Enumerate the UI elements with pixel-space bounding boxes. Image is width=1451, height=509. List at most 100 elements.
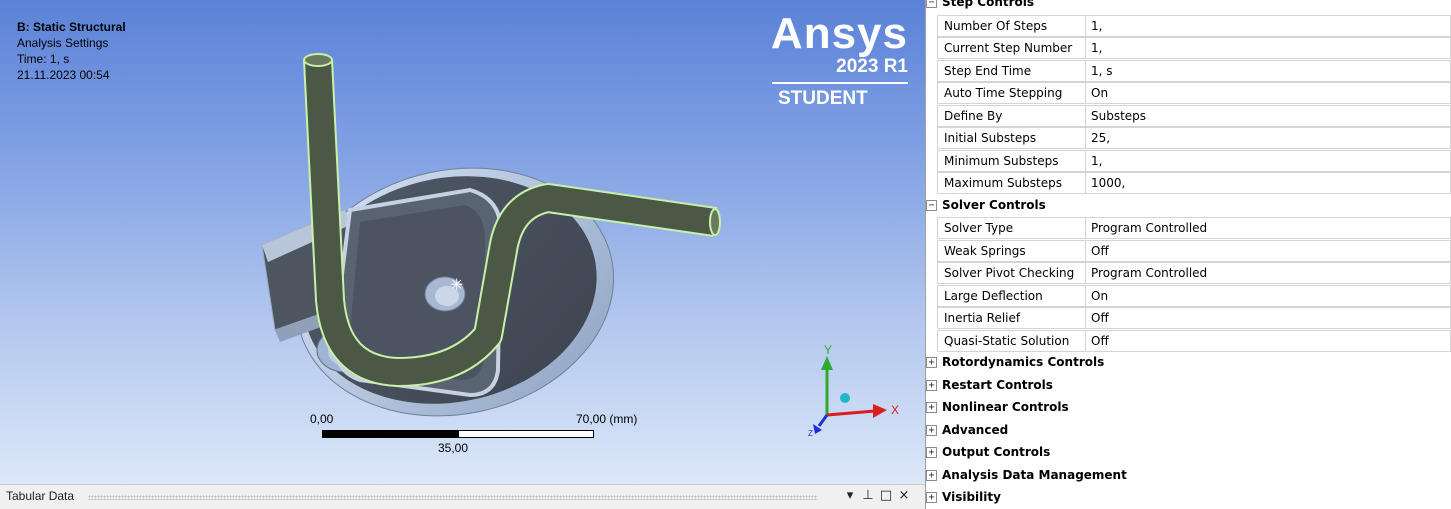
- logo-divider: [772, 82, 908, 84]
- pane-dropdown-icon[interactable]: ▾: [841, 488, 859, 503]
- property-value[interactable]: Substeps: [1085, 104, 1451, 127]
- property-row[interactable]: Large Deflection On: [926, 284, 1451, 308]
- section-nonlinear-controls[interactable]: + Nonlinear Controls: [926, 397, 1451, 420]
- collapse-icon[interactable]: −: [926, 199, 937, 211]
- expand-icon[interactable]: +: [926, 402, 937, 413]
- property-row[interactable]: Maximum Substeps 1000,: [926, 172, 1451, 195]
- property-name: Solver Type: [937, 217, 1085, 239]
- logo-edition: STUDENT: [778, 88, 868, 109]
- section-label: Nonlinear Controls: [942, 400, 1069, 414]
- pane-drag-grip[interactable]: [88, 495, 818, 500]
- section-label: Solver Controls: [942, 197, 1046, 212]
- section-rotordynamics-controls[interactable]: + Rotordynamics Controls: [926, 352, 1451, 375]
- property-row[interactable]: Number Of Steps 1,: [926, 14, 1451, 38]
- property-row[interactable]: Inertia Relief Off: [926, 307, 1451, 330]
- pin-icon[interactable]: ⊥: [859, 488, 877, 503]
- analysis-date: 21.11.2023 00:54: [17, 68, 110, 82]
- property-name: Inertia Relief: [937, 307, 1085, 329]
- property-value[interactable]: 1000,: [1085, 172, 1451, 194]
- scale-bar: 0,00 70,00 (mm) 35,00: [310, 412, 670, 462]
- property-name: Step End Time: [937, 59, 1085, 82]
- expand-icon[interactable]: +: [926, 469, 937, 481]
- property-name: Maximum Substeps: [937, 172, 1085, 194]
- property-name: Current Step Number: [937, 37, 1085, 59]
- property-row[interactable]: Current Step Number 1,: [926, 37, 1451, 60]
- property-name: Weak Springs: [937, 239, 1085, 262]
- maximize-icon[interactable]: □: [877, 488, 895, 503]
- property-row[interactable]: Solver Pivot Checking Program Controlled: [926, 262, 1451, 285]
- section-visibility[interactable]: + Visibility: [926, 487, 1451, 509]
- section-solver-controls[interactable]: − Solver Controls: [926, 195, 1451, 218]
- scale-bar-white-segment: [458, 430, 594, 438]
- property-value[interactable]: Off: [1085, 329, 1451, 352]
- section-output-controls[interactable]: + Output Controls: [926, 442, 1451, 465]
- property-value[interactable]: On: [1085, 284, 1451, 307]
- property-value[interactable]: 1, s: [1085, 59, 1451, 82]
- property-row[interactable]: Minimum Substeps 1,: [926, 149, 1451, 173]
- section-label: Rotordynamics Controls: [942, 355, 1105, 369]
- property-value[interactable]: Program Controlled: [1085, 217, 1451, 239]
- property-value[interactable]: 1,: [1085, 37, 1451, 59]
- scale-mid-label: 35,00: [438, 441, 469, 455]
- logo-brand: Ansys: [770, 9, 908, 58]
- analysis-time: Time: 1, s: [17, 52, 70, 66]
- property-name: Large Deflection: [937, 284, 1085, 307]
- scale-bar-black-segment: [322, 430, 458, 438]
- section-label: Output Controls: [942, 445, 1051, 459]
- section-restart-controls[interactable]: + Restart Controls: [926, 375, 1451, 398]
- section-analysis-data-management[interactable]: + Analysis Data Management: [926, 465, 1451, 488]
- property-name: Define By: [937, 104, 1085, 127]
- property-row[interactable]: Define By Substeps: [926, 104, 1451, 128]
- triad-x-label: X: [891, 403, 899, 417]
- property-value[interactable]: 25,: [1085, 127, 1451, 149]
- property-row[interactable]: Weak Springs Off: [926, 239, 1451, 263]
- section-label: Step Controls: [942, 0, 1035, 9]
- property-value[interactable]: Off: [1085, 239, 1451, 262]
- expand-icon[interactable]: +: [926, 424, 937, 436]
- details-panel[interactable]: − Step Controls Number Of Steps 1, Current S…: [925, 0, 1451, 509]
- section-label: Advanced: [942, 422, 1009, 437]
- scale-left-label: 0,00: [310, 412, 334, 426]
- property-value[interactable]: On: [1085, 82, 1451, 104]
- property-row[interactable]: Step End Time 1, s: [926, 59, 1451, 83]
- property-value[interactable]: Program Controlled: [1085, 262, 1451, 284]
- property-name: Number Of Steps: [937, 14, 1085, 37]
- collapse-icon[interactable]: −: [926, 0, 937, 8]
- details-rows: − Step Controls Number Of Steps 1, Current S…: [926, 0, 1451, 509]
- triad-y-label: Y: [824, 343, 832, 357]
- section-label: Analysis Data Management: [942, 467, 1127, 482]
- expand-icon[interactable]: +: [926, 447, 937, 458]
- property-value[interactable]: 1,: [1085, 14, 1451, 37]
- property-row[interactable]: Auto Time Stepping On: [926, 82, 1451, 105]
- analysis-title: B: Static Structural: [17, 20, 126, 34]
- property-value[interactable]: 1,: [1085, 149, 1451, 172]
- close-icon[interactable]: ×: [895, 488, 913, 503]
- ansys-logo: Ansys 2023 R1 STUDENT: [768, 12, 908, 110]
- scale-right-label: 70,00 (mm): [576, 412, 638, 426]
- analysis-object: Analysis Settings: [17, 36, 109, 50]
- tabular-data-pane[interactable]: Tabular Data ▾ ⊥ □ ×: [0, 484, 925, 509]
- property-name: Minimum Substeps: [937, 149, 1085, 172]
- property-name: Quasi-Static Solution: [937, 329, 1085, 352]
- property-name: Auto Time Stepping: [937, 82, 1085, 104]
- analysis-info: B: Static Structural Analysis Settings T…: [17, 19, 126, 83]
- triad-z-label: Z: [808, 429, 813, 438]
- property-value[interactable]: Off: [1085, 307, 1451, 329]
- section-advanced[interactable]: + Advanced: [926, 420, 1451, 443]
- property-name: Initial Substeps: [937, 127, 1085, 149]
- expand-icon[interactable]: +: [926, 357, 937, 368]
- property-name: Solver Pivot Checking: [937, 262, 1085, 284]
- expand-icon[interactable]: +: [926, 492, 937, 503]
- svg-text:✳: ✳: [450, 275, 463, 294]
- pane-controls: ▾ ⊥ □ ×: [841, 488, 913, 503]
- coordinate-triad[interactable]: Y X Z: [805, 340, 905, 440]
- tabular-data-title: Tabular Data: [6, 489, 75, 503]
- section-label: Visibility: [942, 490, 1001, 504]
- section-step-controls[interactable]: − Step Controls: [926, 0, 1451, 15]
- property-row[interactable]: Initial Substeps 25,: [926, 127, 1451, 150]
- section-label: Restart Controls: [942, 377, 1053, 392]
- property-row[interactable]: Quasi-Static Solution Off: [926, 329, 1451, 353]
- graphics-viewport[interactable]: ✳ B: Static Structural Analysis Settings…: [0, 0, 925, 484]
- property-row[interactable]: Solver Type Program Controlled: [926, 217, 1451, 240]
- expand-icon[interactable]: +: [926, 379, 937, 391]
